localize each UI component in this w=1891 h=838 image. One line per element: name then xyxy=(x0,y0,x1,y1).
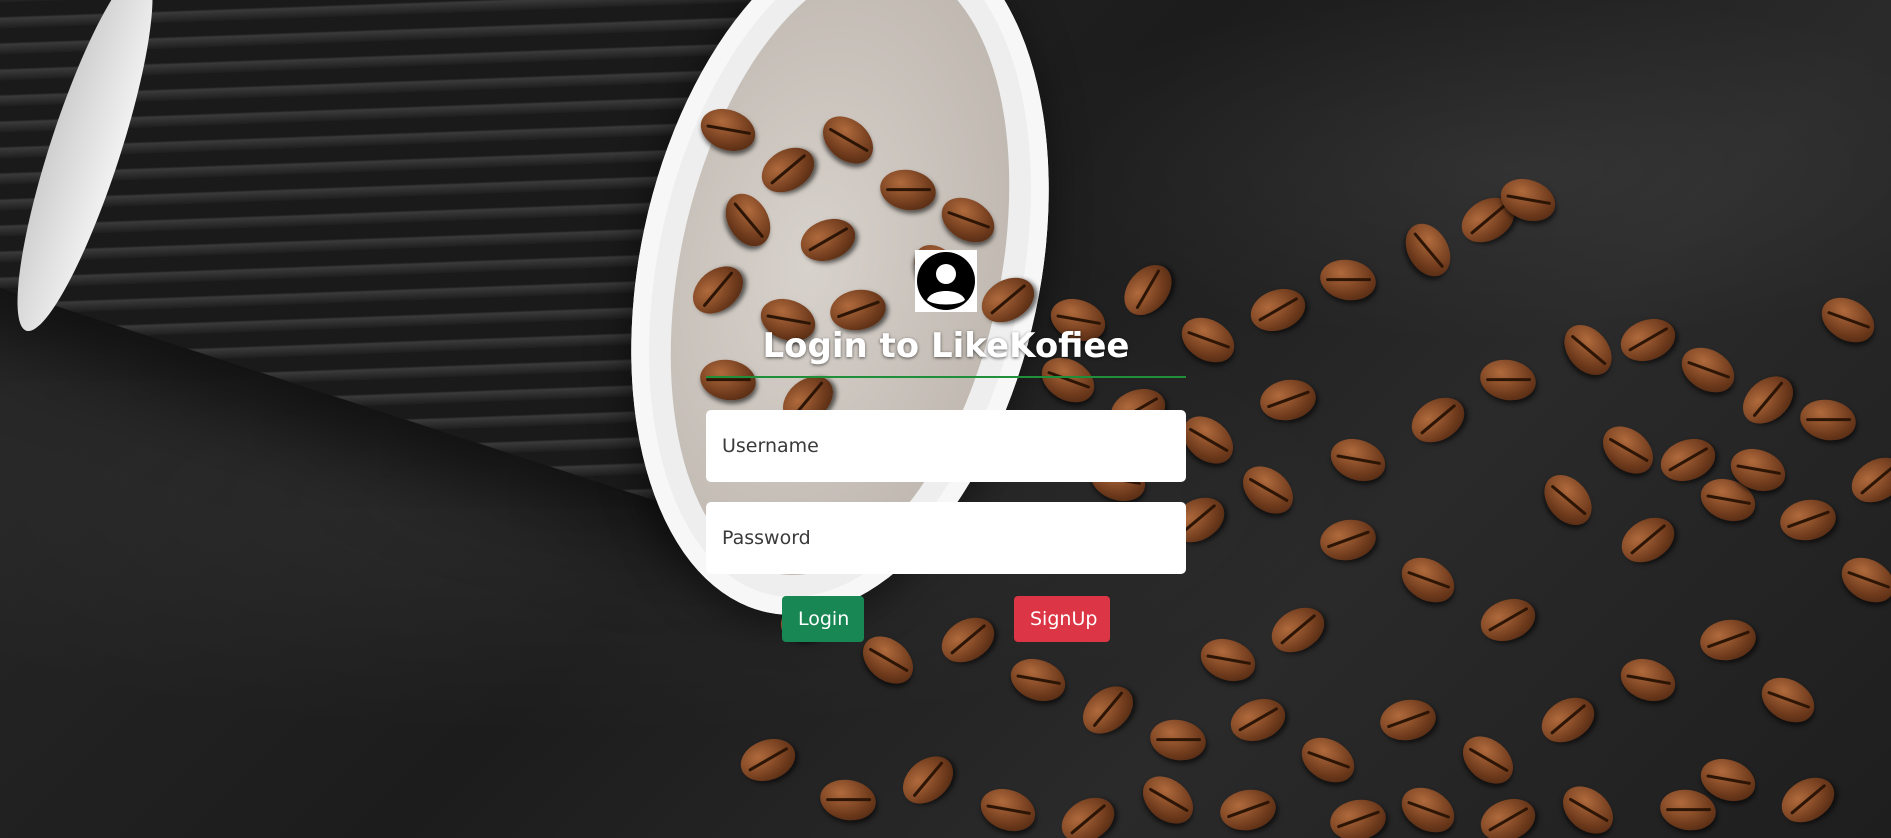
coffee-bean xyxy=(1316,515,1380,565)
coffee-bean xyxy=(1476,355,1540,405)
coffee-bean xyxy=(1114,255,1182,325)
coffee-bean xyxy=(1244,281,1312,339)
coffee-bean xyxy=(1673,338,1743,402)
coffee-bean xyxy=(816,775,880,825)
coffee-bean xyxy=(1263,598,1333,662)
coffee-bean xyxy=(1773,768,1843,832)
coffee-bean xyxy=(1216,785,1280,835)
coffee-bean xyxy=(1293,728,1363,792)
coffee-bean xyxy=(893,746,963,814)
coffee-bean xyxy=(1316,255,1380,305)
coffee-bean xyxy=(1813,288,1883,352)
page-title: Login to LikeKofiee xyxy=(762,326,1130,366)
coffee-bean xyxy=(1133,766,1203,834)
coffee-bean xyxy=(1053,788,1123,838)
coffee-bean xyxy=(1843,448,1891,512)
coffee-bean xyxy=(734,731,802,789)
user-avatar-icon xyxy=(915,250,977,312)
coffee-bean xyxy=(1554,315,1622,385)
coffee-bean xyxy=(1224,691,1292,749)
coffee-bean xyxy=(1533,688,1603,752)
coffee-bean xyxy=(1326,795,1390,838)
username-input[interactable] xyxy=(706,410,1186,482)
coffee-bean xyxy=(1453,726,1523,794)
coffee-bean xyxy=(1324,431,1392,489)
coffee-bean xyxy=(1073,676,1143,744)
coffee-bean xyxy=(1613,508,1683,572)
coffee-bean xyxy=(1393,548,1463,612)
coffee-bean xyxy=(1194,631,1262,689)
coffee-bean xyxy=(1396,215,1460,285)
coffee-bean xyxy=(1146,715,1210,765)
coffee-bean xyxy=(1534,465,1602,535)
coffee-bean xyxy=(1004,651,1072,709)
login-button[interactable]: Login xyxy=(782,596,864,642)
coffee-bean xyxy=(1753,668,1823,732)
coffee-bean xyxy=(1403,388,1473,452)
title-divider xyxy=(706,376,1186,378)
coffee-bean xyxy=(933,608,1003,672)
signup-button[interactable]: SignUp xyxy=(1014,596,1110,642)
coffee-bean xyxy=(1776,495,1840,545)
coffee-bean xyxy=(1733,366,1803,434)
coffee-bean xyxy=(1256,375,1320,425)
coffee-bean xyxy=(1474,591,1542,649)
coffee-bean xyxy=(1393,778,1463,838)
coffee-bean xyxy=(1233,456,1303,524)
coffee-bean xyxy=(1696,615,1760,665)
coffee-bean xyxy=(1614,311,1682,369)
coffee-bean xyxy=(1614,651,1682,709)
coffee-bean xyxy=(1593,416,1663,484)
coffee-bean xyxy=(974,781,1042,838)
coffee-bean xyxy=(1553,776,1623,838)
coffee-bean xyxy=(1833,548,1891,612)
password-input[interactable] xyxy=(706,502,1186,574)
coffee-bean xyxy=(1796,395,1860,445)
coffee-bean xyxy=(1474,791,1542,838)
coffee-bean xyxy=(1376,695,1440,745)
